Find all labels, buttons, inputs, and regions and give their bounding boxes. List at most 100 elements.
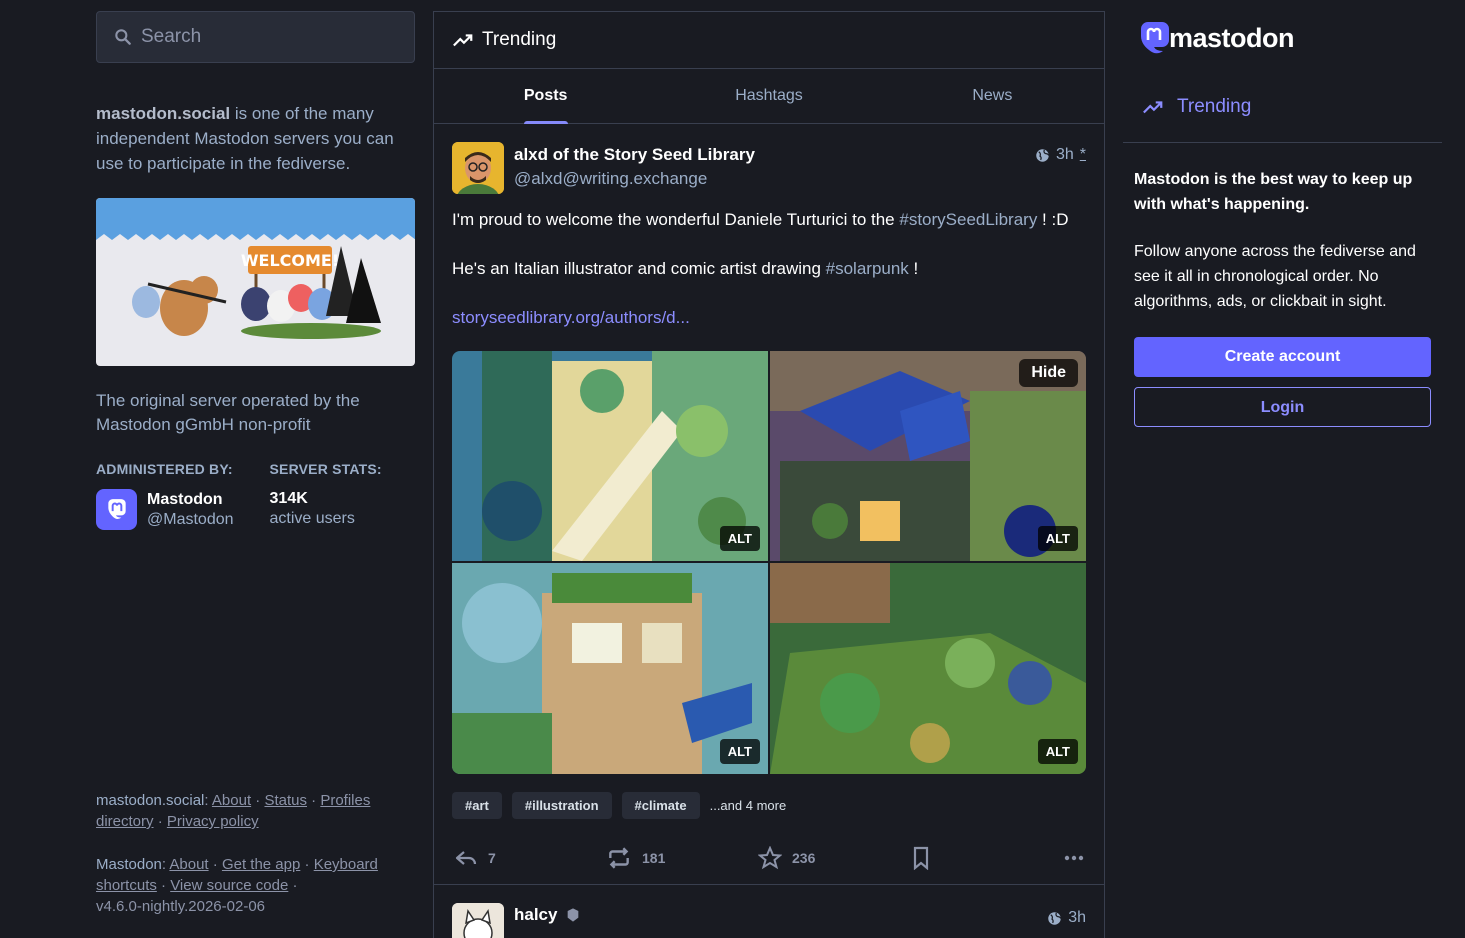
divider — [1123, 142, 1442, 143]
globe-icon — [1036, 148, 1050, 162]
status-header: alxd of the Story Seed Library @alxd@wri… — [452, 142, 1086, 194]
hero-banner-text: WELCOME! — [241, 251, 339, 270]
sign-up-pitch: Mastodon is the best way to keep up with… — [1134, 167, 1434, 314]
administered-by-heading: ADMINISTERED BY: — [96, 461, 233, 477]
footer-privacy-policy-link[interactable]: Privacy policy — [167, 813, 259, 830]
status-actions: 7 181 236 — [452, 845, 1086, 871]
boost-button[interactable]: 181 — [606, 845, 758, 871]
footer-mastodon-about-link[interactable]: About — [169, 856, 208, 873]
tab-posts[interactable]: Posts — [434, 69, 657, 124]
admin-handle: @Mastodon — [147, 510, 234, 528]
server-hero-image: WELCOME! — [96, 198, 415, 366]
status-meta: 3h * — [1035, 146, 1086, 164]
alt-badge[interactable]: ALT — [1037, 526, 1078, 551]
tab-news[interactable]: News — [881, 69, 1104, 123]
server-info: ADMINISTERED BY: Mastodon @Mastodon SERV… — [96, 461, 415, 530]
logo-text: mastodon — [1169, 22, 1295, 53]
more-hashtags-button[interactable]: ...and 4 more — [710, 798, 787, 813]
favourite-count: 236 — [792, 850, 816, 866]
tab-hashtags[interactable]: Hashtags — [657, 69, 880, 123]
server-about: mastodon.social is one of the many indep… — [96, 101, 415, 176]
footer-about-link[interactable]: About — [212, 792, 251, 809]
bot-badge-icon — [568, 908, 579, 922]
pitch-headline: Mastodon is the best way to keep up with… — [1134, 171, 1413, 213]
search-icon — [115, 29, 131, 45]
favourite-button[interactable]: 236 — [758, 846, 910, 870]
footer-get-app-link[interactable]: Get the app — [222, 856, 300, 873]
reply-button[interactable]: 7 — [454, 846, 606, 870]
footer-server-title: mastodon.social — [96, 792, 205, 809]
server-stats-heading: SERVER STATS: — [269, 461, 382, 477]
reply-count: 7 — [488, 850, 496, 866]
trending-icon — [1143, 101, 1163, 114]
more-icon — [1064, 855, 1084, 861]
login-button[interactable]: Login — [1134, 387, 1431, 427]
footer-source-code-link[interactable]: View source code — [170, 877, 288, 894]
media-gallery: Hide ALT ALT ALT ALT — [452, 351, 1086, 774]
media-image[interactable]: ALT — [770, 563, 1086, 774]
hashtag-chip[interactable]: #climate — [621, 792, 700, 819]
footer-mastodon-title: Mastodon — [96, 856, 162, 873]
nav-trending-label: Trending — [1177, 96, 1252, 117]
trending-tabs: Posts Hashtags News — [434, 69, 1104, 124]
status-time[interactable]: 3h — [1068, 909, 1086, 927]
text: I'm proud to welcome the wonderful Danie… — [452, 210, 900, 229]
hide-media-button[interactable]: Hide — [1019, 359, 1078, 387]
sidebar-footer: mastodon.social: About · Status · Profil… — [96, 790, 396, 938]
active-users-label: active users — [269, 510, 355, 527]
mastodon-avatar[interactable] — [96, 489, 137, 530]
admin-name[interactable]: Mastodon — [147, 490, 234, 510]
status-paragraph: storyseedlibrary.org/authors/d... — [452, 306, 1086, 330]
boost-count: 181 — [642, 850, 666, 866]
footer-server-links: mastodon.social: About · Status · Profil… — [96, 792, 371, 830]
boost-icon — [609, 847, 629, 869]
hashtag-link[interactable]: #storySeedLibrary — [899, 210, 1037, 229]
admin-account[interactable]: Mastodon @Mastodon — [96, 489, 234, 530]
server-sidebar: mastodon.social is one of the many indep… — [96, 11, 415, 530]
hashtag-chip[interactable]: #art — [452, 792, 502, 819]
search-input[interactable] — [141, 26, 381, 48]
pitch-text: Follow anyone across the fediverse and s… — [1134, 243, 1416, 310]
author-avatar[interactable] — [452, 903, 504, 938]
status-post[interactable]: halcy 3h — [434, 885, 1104, 938]
edited-marker[interactable]: * — [1080, 146, 1086, 164]
author-avatar[interactable] — [452, 142, 504, 194]
alt-badge[interactable]: ALT — [719, 739, 760, 764]
external-link[interactable]: storyseedlibrary.org/authors/d... — [452, 308, 690, 327]
hashtag-chip[interactable]: #illustration — [511, 792, 612, 819]
column-header: Trending — [434, 12, 1104, 69]
status-paragraph: I'm proud to welcome the wonderful Danie… — [452, 208, 1086, 232]
mastodon-logo[interactable]: mastodon — [1138, 18, 1442, 58]
status-time[interactable]: 3h — [1056, 146, 1074, 164]
footer-version: v4.6.0-nightly.2026-02-06 — [96, 898, 265, 915]
trending-column: Trending Posts Hashtags News alxd of the… — [433, 11, 1105, 938]
footer-status-link[interactable]: Status — [264, 792, 307, 809]
alt-badge[interactable]: ALT — [719, 526, 760, 551]
status-meta: 3h — [1047, 909, 1086, 927]
globe-icon — [1048, 911, 1062, 925]
star-icon — [758, 846, 782, 870]
text: ! :D — [1037, 210, 1069, 229]
status-post[interactable]: alxd of the Story Seed Library @alxd@wri… — [434, 124, 1104, 885]
media-image[interactable]: ALT — [452, 351, 768, 561]
hashtag-link[interactable]: #solarpunk — [826, 259, 909, 278]
create-account-button[interactable]: Create account — [1134, 337, 1431, 377]
mastodon-logo-icon — [107, 498, 126, 519]
media-image[interactable]: ALT — [452, 563, 768, 774]
footer-sep: : — [204, 792, 212, 809]
navigation-panel: mastodon Trending Mastodon is the best w… — [1123, 0, 1442, 427]
search-box[interactable] — [96, 11, 415, 63]
author-handle: @alxd@writing.exchange — [514, 169, 708, 188]
server-stats: SERVER STATS: 314K active users — [270, 461, 382, 530]
server-description: The original server operated by the Mast… — [96, 391, 360, 434]
bookmark-button[interactable] — [910, 846, 1062, 870]
author-name[interactable]: alxd of the Story Seed Library — [514, 143, 755, 167]
author-name[interactable]: halcy — [514, 905, 557, 925]
server-name: mastodon.social — [96, 104, 231, 123]
alt-badge[interactable]: ALT — [1037, 739, 1078, 764]
column-title: Trending — [482, 29, 557, 50]
text: ! — [908, 259, 919, 278]
more-options-button[interactable] — [1062, 846, 1086, 870]
nav-trending-link[interactable]: Trending — [1141, 92, 1442, 122]
status-paragraph: He's an Italian illustrator and comic ar… — [452, 257, 1086, 281]
